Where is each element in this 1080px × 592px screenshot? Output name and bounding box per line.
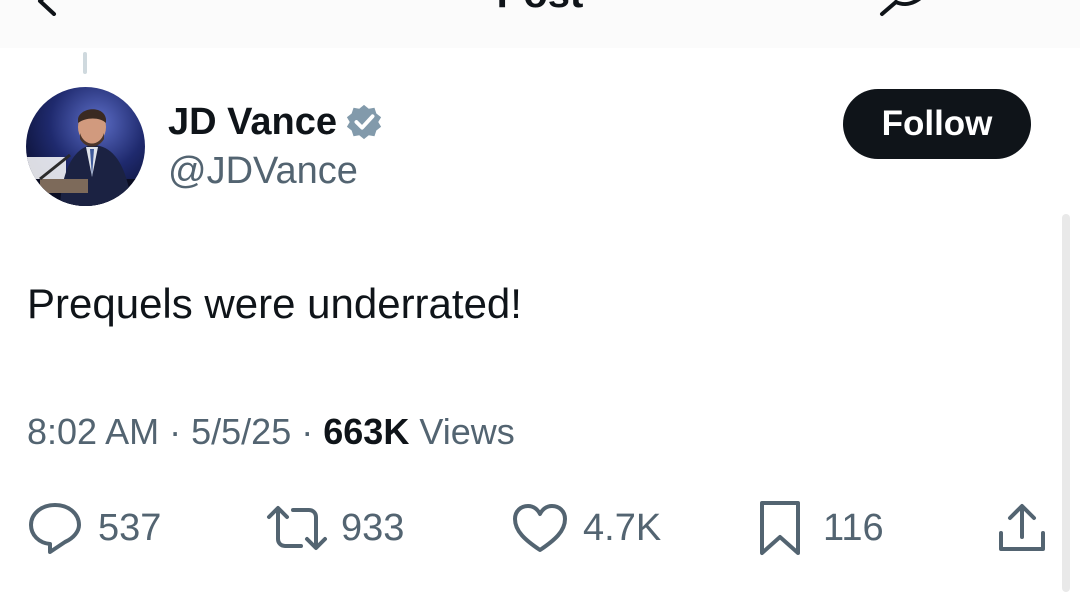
heart-icon	[513, 504, 567, 552]
avatar[interactable]	[26, 87, 145, 206]
views-label[interactable]: Views	[419, 411, 514, 452]
post-time[interactable]: 8:02 AM	[27, 411, 159, 452]
reply-icon	[29, 503, 81, 554]
repost-icon	[267, 506, 327, 550]
top-navigation-bar: Post	[0, 0, 1080, 48]
reply-icon[interactable]	[872, 0, 936, 20]
verified-badge-icon[interactable]	[345, 103, 383, 141]
like-button[interactable]: 4.7K	[511, 498, 661, 558]
author-name[interactable]: JD Vance	[168, 100, 383, 144]
share-icon	[999, 504, 1045, 551]
share-button[interactable]	[996, 498, 1048, 558]
meta-separator: ·	[301, 411, 314, 452]
repost-button[interactable]: 933	[265, 498, 404, 558]
post-date[interactable]: 5/5/25	[191, 411, 291, 452]
post-metadata: 8:02 AM · 5/5/25 · 663K Views	[27, 410, 515, 454]
meta-separator: ·	[169, 411, 182, 452]
scrollbar[interactable]	[1062, 214, 1070, 592]
bookmark-button[interactable]: 116	[757, 498, 884, 558]
author-name-text[interactable]: JD Vance	[168, 100, 337, 144]
reply-count: 537	[98, 507, 162, 549]
avatar-photo	[26, 87, 145, 206]
reply-button[interactable]: 537	[26, 498, 161, 558]
views-count[interactable]: 663K	[323, 411, 409, 452]
follow-button[interactable]: Follow	[843, 89, 1031, 159]
bookmark-icon	[760, 501, 800, 555]
like-count: 4.7K	[583, 507, 662, 549]
author-handle[interactable]: @JDVance	[168, 149, 358, 193]
post-text: Prequels were underrated!	[27, 280, 522, 327]
thread-connector-line	[83, 52, 87, 74]
bookmark-count: 116	[823, 507, 884, 549]
repost-count: 933	[341, 507, 405, 549]
